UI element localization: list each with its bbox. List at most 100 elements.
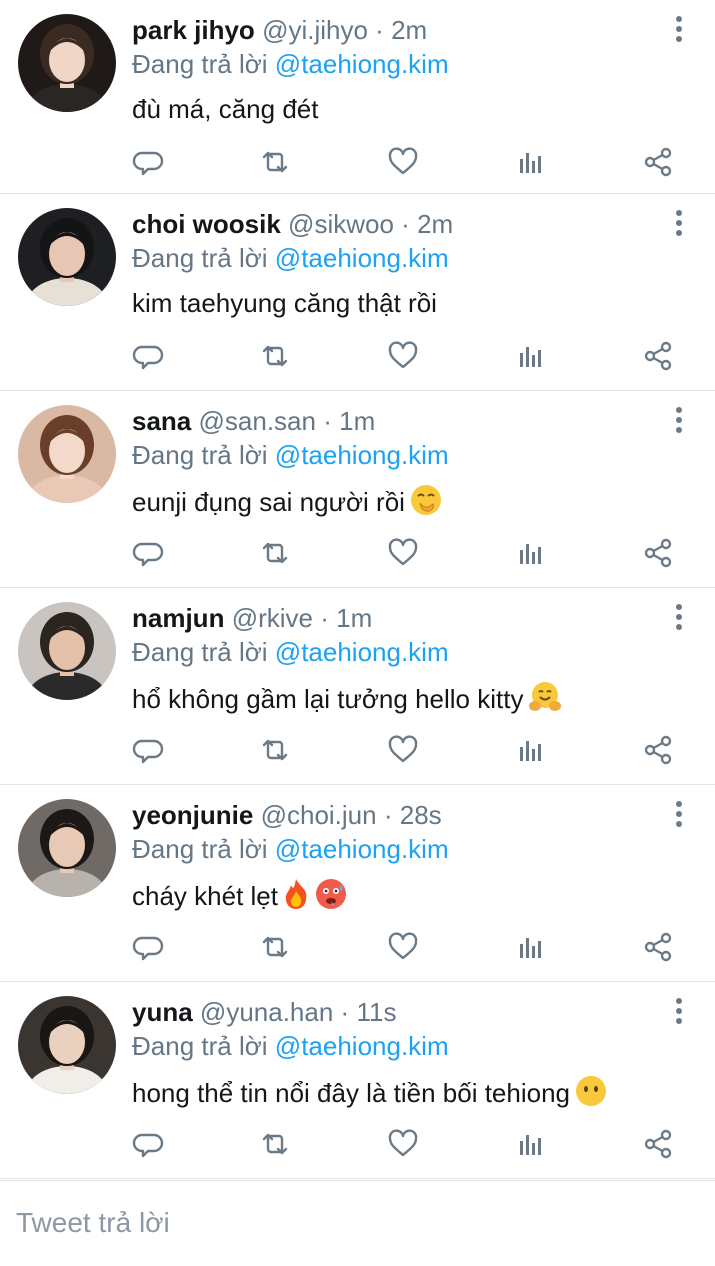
replying-to-label: Đang trả lời xyxy=(132,1031,268,1061)
mention-link[interactable]: @taehiong.kim xyxy=(275,440,449,470)
tweet-text: đù má, căng đét xyxy=(132,92,318,126)
timestamp[interactable]: 1m xyxy=(339,406,375,436)
display-name[interactable]: yuna xyxy=(132,997,193,1027)
tweet-text: cháy khét lẹt xyxy=(132,877,348,919)
like-button[interactable] xyxy=(386,536,420,570)
reply-button[interactable] xyxy=(132,930,166,964)
replying-to: Đang trả lời @taehiong.kim xyxy=(132,1030,449,1062)
share-icon xyxy=(641,339,675,373)
replying-to: Đang trả lời @taehiong.kim xyxy=(132,48,449,80)
like-button[interactable] xyxy=(386,339,420,373)
more-options-button[interactable] xyxy=(669,801,689,831)
reply-button[interactable] xyxy=(132,1127,166,1161)
like-button[interactable] xyxy=(386,930,420,964)
reply-input[interactable] xyxy=(16,1203,696,1243)
reply-icon xyxy=(132,339,166,373)
reply-button[interactable] xyxy=(132,145,166,179)
action-bar xyxy=(132,1127,680,1161)
tweet-header: park jihyo @yi.jihyo · 2m xyxy=(132,14,427,46)
share-button[interactable] xyxy=(641,733,675,767)
timestamp[interactable]: 28s xyxy=(400,800,442,830)
reply-button[interactable] xyxy=(132,536,166,570)
more-options-button[interactable] xyxy=(669,16,689,46)
separator-dot: · xyxy=(375,15,384,45)
timestamp[interactable]: 2m xyxy=(391,15,427,45)
display-name[interactable]: yeonjunie xyxy=(132,800,253,830)
like-button[interactable] xyxy=(386,145,420,179)
retweet-button[interactable] xyxy=(258,733,292,767)
more-options-button[interactable] xyxy=(669,407,689,437)
reply-button[interactable] xyxy=(132,339,166,373)
retweet-button[interactable] xyxy=(258,930,292,964)
tweet-text: hổ không gầm lại tưởng hello kitty xyxy=(132,680,563,722)
reply-tweet[interactable]: choi woosik @sikwoo · 2m Đang trả lời @ta… xyxy=(0,194,715,391)
user-handle[interactable]: @yuna.han xyxy=(200,997,333,1027)
tweet-header: yeonjunie @choi.jun · 28s xyxy=(132,799,442,831)
timestamp[interactable]: 1m xyxy=(336,603,372,633)
mention-link[interactable]: @taehiong.kim xyxy=(275,243,449,273)
display-name[interactable]: sana xyxy=(132,406,191,436)
share-button[interactable] xyxy=(641,145,675,179)
stats-icon xyxy=(513,930,547,964)
retweet-button[interactable] xyxy=(258,536,292,570)
avatar[interactable] xyxy=(18,14,116,112)
user-handle[interactable]: @san.san xyxy=(199,406,316,436)
mention-link[interactable]: @taehiong.kim xyxy=(275,834,449,864)
reply-tweet[interactable]: park jihyo @yi.jihyo · 2m Đang trả lời @t… xyxy=(0,0,715,194)
separator-dot: · xyxy=(383,800,393,830)
like-button[interactable] xyxy=(386,733,420,767)
share-button[interactable] xyxy=(641,930,675,964)
tweet-body: cháy khét lẹt xyxy=(132,881,278,911)
display-name[interactable]: park jihyo xyxy=(132,15,255,45)
more-options-button[interactable] xyxy=(669,210,689,240)
tweet-header: yuna @yuna.han · 11s xyxy=(132,996,396,1028)
retweet-button[interactable] xyxy=(258,1127,292,1161)
stats-icon xyxy=(513,536,547,570)
share-button[interactable] xyxy=(641,1127,675,1161)
display-name[interactable]: choi woosik xyxy=(132,209,281,239)
retweet-icon xyxy=(258,733,292,767)
more-dots-icon xyxy=(676,16,682,22)
like-button[interactable] xyxy=(386,1127,420,1161)
stats-icon xyxy=(513,733,547,767)
avatar[interactable] xyxy=(18,602,116,700)
stats-button[interactable] xyxy=(513,145,547,179)
avatar[interactable] xyxy=(18,208,116,306)
retweet-button[interactable] xyxy=(258,145,292,179)
share-button[interactable] xyxy=(641,536,675,570)
more-options-button[interactable] xyxy=(669,998,689,1028)
avatar[interactable] xyxy=(18,405,116,503)
user-handle[interactable]: @sikwoo xyxy=(288,209,394,239)
mention-link[interactable]: @taehiong.kim xyxy=(275,1031,449,1061)
display-name[interactable]: namjun xyxy=(132,603,224,633)
share-icon xyxy=(641,145,675,179)
share-icon xyxy=(641,733,675,767)
stats-button[interactable] xyxy=(513,930,547,964)
more-options-button[interactable] xyxy=(669,604,689,634)
share-button[interactable] xyxy=(641,339,675,373)
retweet-button[interactable] xyxy=(258,339,292,373)
reply-tweet[interactable]: yuna @yuna.han · 11s Đang trả lời @taehio… xyxy=(0,982,715,1179)
reply-tweet[interactable]: yeonjunie @choi.jun · 28s Đang trả lời @t… xyxy=(0,785,715,982)
avatar[interactable] xyxy=(18,799,116,897)
stats-button[interactable] xyxy=(513,339,547,373)
mention-link[interactable]: @taehiong.kim xyxy=(275,49,449,79)
stats-button[interactable] xyxy=(513,1127,547,1161)
reply-button[interactable] xyxy=(132,733,166,767)
stats-button[interactable] xyxy=(513,733,547,767)
reply-icon xyxy=(132,145,166,179)
like-icon xyxy=(386,1127,420,1161)
reply-tweet[interactable]: namjun @rkive · 1m Đang trả lời @taehiong… xyxy=(0,588,715,785)
like-icon xyxy=(386,930,420,964)
avatar[interactable] xyxy=(18,996,116,1094)
mention-link[interactable]: @taehiong.kim xyxy=(275,637,449,667)
reply-tweet[interactable]: sana @san.san · 1m Đang trả lời @taehiong… xyxy=(0,391,715,588)
like-icon xyxy=(386,536,420,570)
stats-button[interactable] xyxy=(513,536,547,570)
user-handle[interactable]: @choi.jun xyxy=(261,800,377,830)
timestamp[interactable]: 2m xyxy=(417,209,453,239)
user-handle[interactable]: @rkive xyxy=(232,603,313,633)
reply-composer xyxy=(0,1180,715,1266)
user-handle[interactable]: @yi.jihyo xyxy=(262,15,368,45)
timestamp[interactable]: 11s xyxy=(356,997,396,1027)
